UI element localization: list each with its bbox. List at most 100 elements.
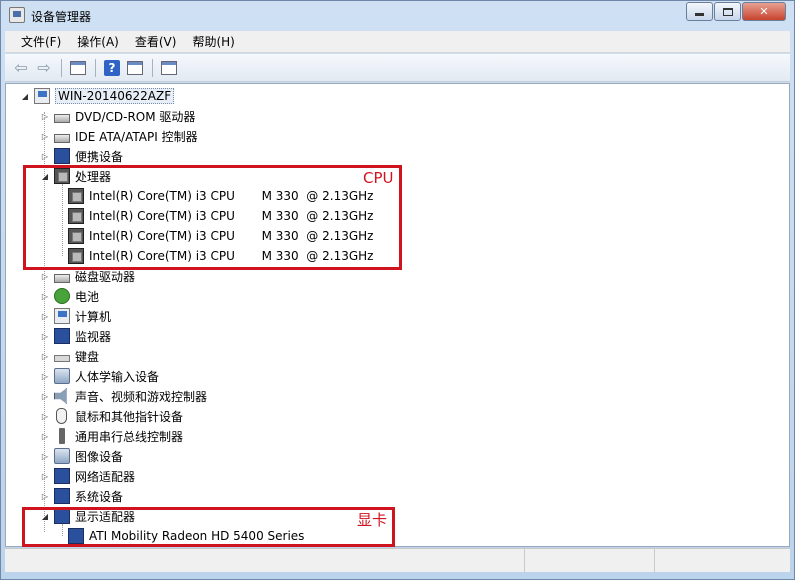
menu-action[interactable]: 操作(A) [69,33,127,50]
tree-item-label: IDE ATA/ATAPI 控制器 [75,129,198,144]
tree-root[interactable]: ◢ WIN-20140622AZF [20,86,175,106]
expand-icon[interactable]: ▷ [40,471,50,481]
portable-device-icon [54,148,70,164]
tree-item-keyboard[interactable]: ▷ 键盘 [40,346,99,366]
device-tree[interactable]: ◢ WIN-20140622AZF ▷ DVD/CD-ROM 驱动器 ▷ IDE… [5,83,790,547]
tree-item-hid[interactable]: ▷ 人体学输入设备 [40,366,159,386]
scan-hardware-icon [161,60,177,75]
window-controls: ✕ [685,2,786,21]
tree-item-portable[interactable]: ▷ 便携设备 [40,146,123,166]
back-arrow-icon: ⇦ [14,58,28,77]
tree-item-sound[interactable]: ▷ 声音、视频和游戏控制器 [40,386,207,406]
tree-item-label: 电池 [75,289,100,304]
system-device-icon [54,488,70,504]
forward-button[interactable]: ⇨ [33,57,55,79]
tree-item-network[interactable]: ▷ 网络适配器 [40,466,135,486]
gpu-annotation-label: 显卡 [357,511,388,529]
tree-item-mouse[interactable]: ▷ 鼠标和其他指针设备 [40,406,183,426]
maximize-icon [722,7,733,16]
tree-item-label: 图像设备 [75,449,124,464]
menu-help[interactable]: 帮助(H) [184,33,242,50]
mouse-icon [56,408,67,424]
tree-item-dvd[interactable]: ▷ DVD/CD-ROM 驱动器 [40,106,196,126]
tree-item-label: 监视器 [75,329,112,344]
properties-button[interactable] [67,57,89,79]
toolbar-separator [95,58,96,77]
tree-item-label: 计算机 [75,309,112,324]
show-hidden-icon [127,60,143,75]
close-button[interactable]: ✕ [742,2,786,21]
tree-item-system[interactable]: ▷ 系统设备 [40,486,123,506]
tree-item-battery[interactable]: ▷ 电池 [40,286,99,306]
minimize-button[interactable] [686,2,713,21]
collapse-icon[interactable]: ◢ [20,91,30,101]
usb-icon [59,428,65,444]
title-bar[interactable]: 设备管理器 ✕ [1,1,794,31]
back-button[interactable]: ⇦ [10,57,32,79]
dvd-drive-icon [54,113,70,123]
device-manager-window: 设备管理器 ✕ 文件(F) 操作(A) 查看(V) 帮助(H) ⇦ ⇨ ? ◢ … [0,0,795,580]
gpu-highlight-box [22,507,395,547]
camera-icon [54,448,70,464]
cpu-highlight-box [23,165,402,270]
ide-controller-icon [54,133,70,143]
expand-icon[interactable]: ▷ [40,431,50,441]
help-button[interactable]: ? [101,57,123,79]
menu-view[interactable]: 查看(V) [127,33,185,50]
status-cell [525,549,655,572]
properties-icon [70,60,86,75]
network-adapter-icon [54,468,70,484]
expand-icon[interactable]: ▷ [40,311,50,321]
expand-icon[interactable]: ▷ [40,351,50,361]
expand-icon[interactable]: ▷ [40,151,50,161]
monitor-icon [54,328,70,344]
status-cell [655,549,788,572]
tree-item-label: 鼠标和其他指针设备 [75,409,184,424]
expand-icon[interactable]: ▷ [40,411,50,421]
toolbar-separator [152,58,153,77]
expand-icon[interactable]: ▷ [40,371,50,381]
show-hidden-button[interactable] [124,57,146,79]
computer-icon [54,308,70,324]
expand-icon[interactable]: ▷ [40,391,50,401]
tree-item-label: 声音、视频和游戏控制器 [75,389,208,404]
expand-icon[interactable]: ▷ [40,291,50,301]
tree-item-usb[interactable]: ▷ 通用串行总线控制器 [40,426,183,446]
tree-item-label: 人体学输入设备 [75,369,160,384]
root-label: WIN-20140622AZF [55,88,175,104]
close-icon: ✕ [759,5,769,18]
tree-item-label: 键盘 [75,349,100,364]
expand-icon[interactable]: ▷ [40,331,50,341]
cpu-annotation-label: CPU [363,169,394,187]
tree-item-label: DVD/CD-ROM 驱动器 [75,109,196,124]
scan-hardware-button[interactable] [158,57,180,79]
tree-item-computer[interactable]: ▷ 计算机 [40,306,111,326]
toolbar: ⇦ ⇨ ? [5,54,790,82]
status-bar [5,548,790,572]
disk-drive-icon [54,273,70,283]
window-title: 设备管理器 [31,10,92,24]
hid-icon [54,368,70,384]
speaker-icon [54,388,67,404]
tree-item-label: 系统设备 [75,489,124,504]
tree-item-label: 通用串行总线控制器 [75,429,184,444]
tree-item-imaging[interactable]: ▷ 图像设备 [40,446,123,466]
tree-item-label: 便携设备 [75,149,124,164]
tree-item-monitor[interactable]: ▷ 监视器 [40,326,111,346]
expand-icon[interactable]: ▷ [40,451,50,461]
menu-file[interactable]: 文件(F) [13,33,69,50]
expand-icon[interactable]: ▷ [40,131,50,141]
tree-item-label: 磁盘驱动器 [75,269,136,284]
toolbar-separator [61,58,62,77]
tree-item-ide[interactable]: ▷ IDE ATA/ATAPI 控制器 [40,126,198,146]
menu-bar: 文件(F) 操作(A) 查看(V) 帮助(H) [5,31,790,53]
expand-icon[interactable]: ▷ [40,491,50,501]
battery-icon [54,288,70,304]
device-manager-icon [9,7,25,23]
tree-item-label: 网络适配器 [75,469,136,484]
maximize-button[interactable] [714,2,741,21]
expand-icon[interactable]: ▷ [40,111,50,121]
expand-icon[interactable]: ▷ [40,271,50,281]
status-cell [5,549,525,572]
keyboard-icon [54,355,70,362]
